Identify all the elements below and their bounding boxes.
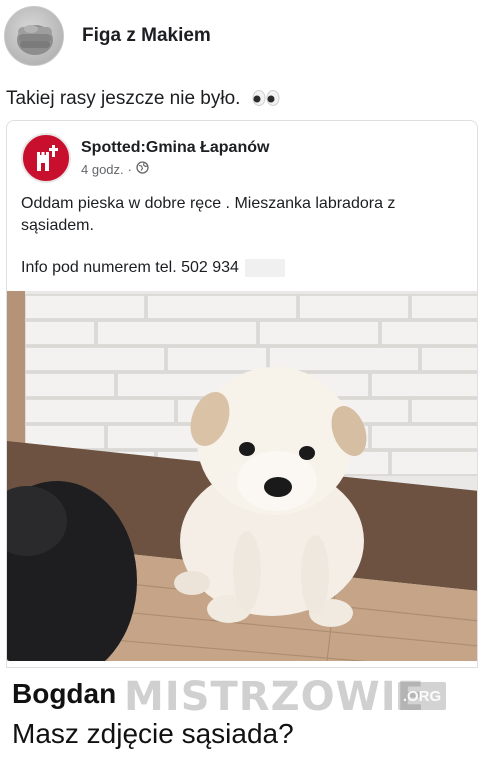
shared-post-card[interactable]: Spotted:Gmina Łapanów 4 godz. · Oddam pi…: [6, 120, 478, 668]
shared-post-header: Spotted:Gmina Łapanów 4 godz. ·: [21, 133, 269, 183]
shared-post-body: Oddam pieska w dobre ręce . Mieszanka la…: [21, 195, 396, 234]
eyes-icon: [252, 90, 280, 112]
phone-info-text: Info pod numerem tel. 502 934: [21, 259, 239, 276]
post-text: Takiej rasy jeszcze nie było.: [6, 88, 280, 112]
author-name[interactable]: Figa z Makiem: [82, 25, 211, 47]
comment-block: MISTRZOWIE .ORG Bogdan Masz zdjęcie sąsi…: [0, 668, 478, 765]
comment-text: Masz zdjęcie sąsiada?: [12, 718, 294, 749]
watermark-suffix: .ORG: [398, 682, 446, 710]
meta-separator: ·: [127, 161, 132, 177]
shared-post-info: Info pod numerem tel. 502 934: [21, 259, 285, 277]
redacted-digits: [244, 259, 285, 277]
page-avatar[interactable]: [21, 133, 71, 183]
shared-post-meta: Spotted:Gmina Łapanów 4 godz. ·: [81, 139, 269, 177]
author-avatar[interactable]: [4, 6, 64, 66]
puppy-photo[interactable]: [7, 291, 477, 661]
post-subtitle: 4 godz. ·: [81, 161, 269, 177]
page-name[interactable]: Spotted:Gmina Łapanów: [81, 139, 269, 157]
comment-author[interactable]: Bogdan: [12, 678, 116, 710]
post-text-content: Takiej rasy jeszcze nie było.: [6, 88, 241, 109]
globe-icon: [136, 161, 149, 177]
fist-icon: [17, 25, 53, 55]
watermark-text: MISTRZOWIE: [124, 674, 425, 720]
puppy-image: [7, 291, 477, 661]
post-time[interactable]: 4 godz.: [81, 162, 124, 177]
outer-post-header: Figa z Makiem: [4, 4, 474, 68]
tower-logo-icon: [25, 137, 67, 179]
